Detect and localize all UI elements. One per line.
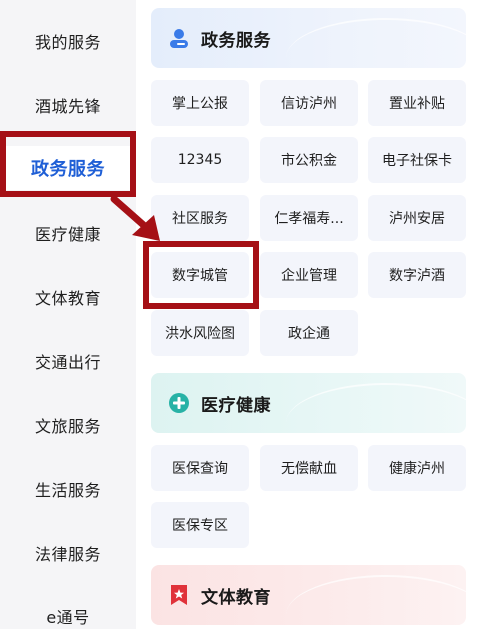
sidebar-item-jiucheng-pioneer[interactable]: 酒城先锋 [0, 85, 136, 125]
sidebar-item-label: 酒城先锋 [34, 97, 101, 116]
section-title: 医疗健康 [201, 395, 271, 416]
section-header-medical: 医疗健康 [151, 373, 466, 433]
sidebar-item-transport[interactable]: 交通出行 [0, 341, 136, 381]
sidebar-item-label: 交通出行 [34, 353, 101, 372]
service-item[interactable]: 医保专区 [151, 502, 249, 548]
sidebar-item-culture-education[interactable]: 文体教育 [0, 277, 136, 317]
sidebar-item-label: 生活服务 [34, 481, 101, 500]
service-item[interactable]: 健康泸州 [368, 445, 466, 491]
service-item[interactable]: 掌上公报 [151, 80, 249, 126]
sidebar-item-label: 文旅服务 [34, 417, 101, 436]
service-item[interactable]: 数字泸酒 [368, 252, 466, 298]
section-title: 政务服务 [201, 30, 271, 51]
highlight-box-digital-city [143, 241, 259, 309]
service-item[interactable]: 政企通 [260, 310, 358, 356]
service-item[interactable]: 企业管理 [260, 252, 358, 298]
bookmark-star-icon [167, 583, 191, 607]
sidebar-item-label: e通号 [46, 608, 90, 627]
sidebar-item-label: 医疗健康 [34, 225, 101, 244]
highlight-box-sidebar [0, 131, 136, 197]
service-item[interactable]: 洪水风险图 [151, 310, 249, 356]
sidebar-item-legal-services[interactable]: 法律服务 [0, 533, 136, 573]
sidebar-item-label: 我的服务 [34, 33, 101, 52]
service-item[interactable]: 电子社保卡 [368, 137, 466, 183]
service-item[interactable]: 医保查询 [151, 445, 249, 491]
sidebar-item-label: 法律服务 [34, 545, 101, 564]
sidebar-item-e-tong[interactable]: e通号 [0, 596, 136, 629]
annotation-arrow-icon [110, 195, 160, 241]
service-item[interactable]: 泸州安居 [368, 195, 466, 241]
service-item[interactable]: 信访泸州 [260, 80, 358, 126]
service-item[interactable]: 置业补贴 [368, 80, 466, 126]
service-item[interactable]: 市公积金 [260, 137, 358, 183]
sidebar-item-life-services[interactable]: 生活服务 [0, 469, 136, 509]
sidebar-item-my-services[interactable]: 我的服务 [0, 21, 136, 61]
person-icon [167, 26, 191, 50]
sidebar-item-tourism[interactable]: 文旅服务 [0, 405, 136, 445]
medical-plus-icon [167, 391, 191, 415]
sidebar: 我的服务 酒城先锋 政务服务 医疗健康 文体教育 交通出行 文旅服务 生活服务 … [0, 0, 136, 629]
section-title: 文体教育 [201, 587, 271, 608]
service-item[interactable]: 仁孝福寿... [260, 195, 358, 241]
service-item[interactable]: 无偿献血 [260, 445, 358, 491]
section-header-government: 政务服务 [151, 8, 466, 68]
sidebar-item-label: 文体教育 [34, 289, 101, 308]
section-header-culture: 文体教育 [151, 565, 466, 625]
service-item[interactable]: 12345 [151, 137, 249, 183]
